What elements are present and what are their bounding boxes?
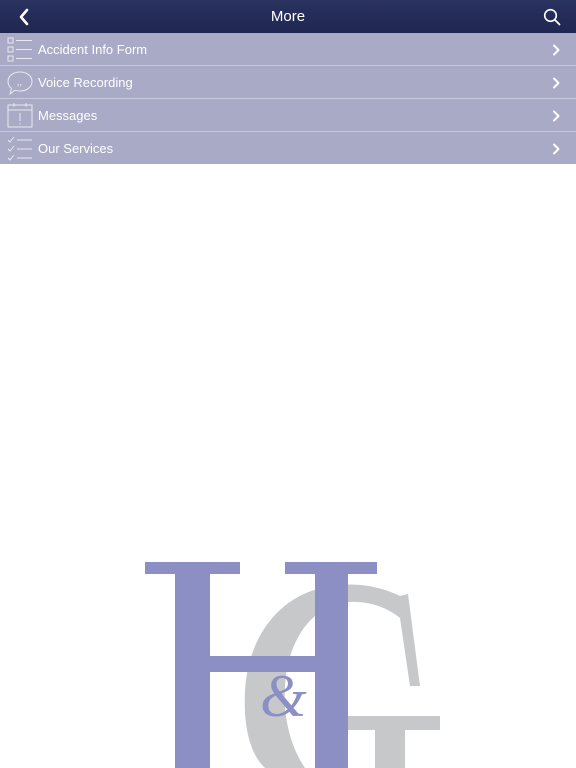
speech-bubble-icon: ,,: [7, 71, 33, 96]
menu-item-label: Accident Info Form: [38, 42, 148, 57]
menu-item-our-services[interactable]: Our Services: [0, 132, 576, 164]
calendar-alert-icon: [7, 103, 33, 128]
menu-item-accident-info-form[interactable]: Accident Info Form: [0, 33, 576, 66]
svg-text:,,: ,,: [17, 77, 22, 88]
chevron-right-icon: [550, 66, 562, 99]
menu-item-label: Our Services: [38, 141, 114, 156]
chevron-right-icon: [550, 99, 562, 132]
form-list-icon: [7, 37, 32, 62]
more-menu-list: Accident Info Form ,, Voice Recording Me…: [0, 33, 576, 164]
logo-ampersand: &: [260, 663, 307, 729]
search-icon: [543, 8, 561, 25]
menu-item-voice-recording[interactable]: ,, Voice Recording: [0, 66, 576, 99]
page-title: More: [270, 8, 306, 25]
chevron-right-icon: [550, 33, 562, 66]
menu-item-label: Messages: [38, 108, 98, 123]
search-button[interactable]: [538, 0, 566, 33]
navigation-bar: More: [0, 0, 576, 33]
menu-item-label: Voice Recording: [38, 75, 133, 90]
checklist-icon: [7, 136, 32, 161]
hg-logo: &: [145, 562, 440, 768]
menu-item-messages[interactable]: Messages: [0, 99, 576, 132]
chevron-right-icon: [550, 132, 562, 165]
